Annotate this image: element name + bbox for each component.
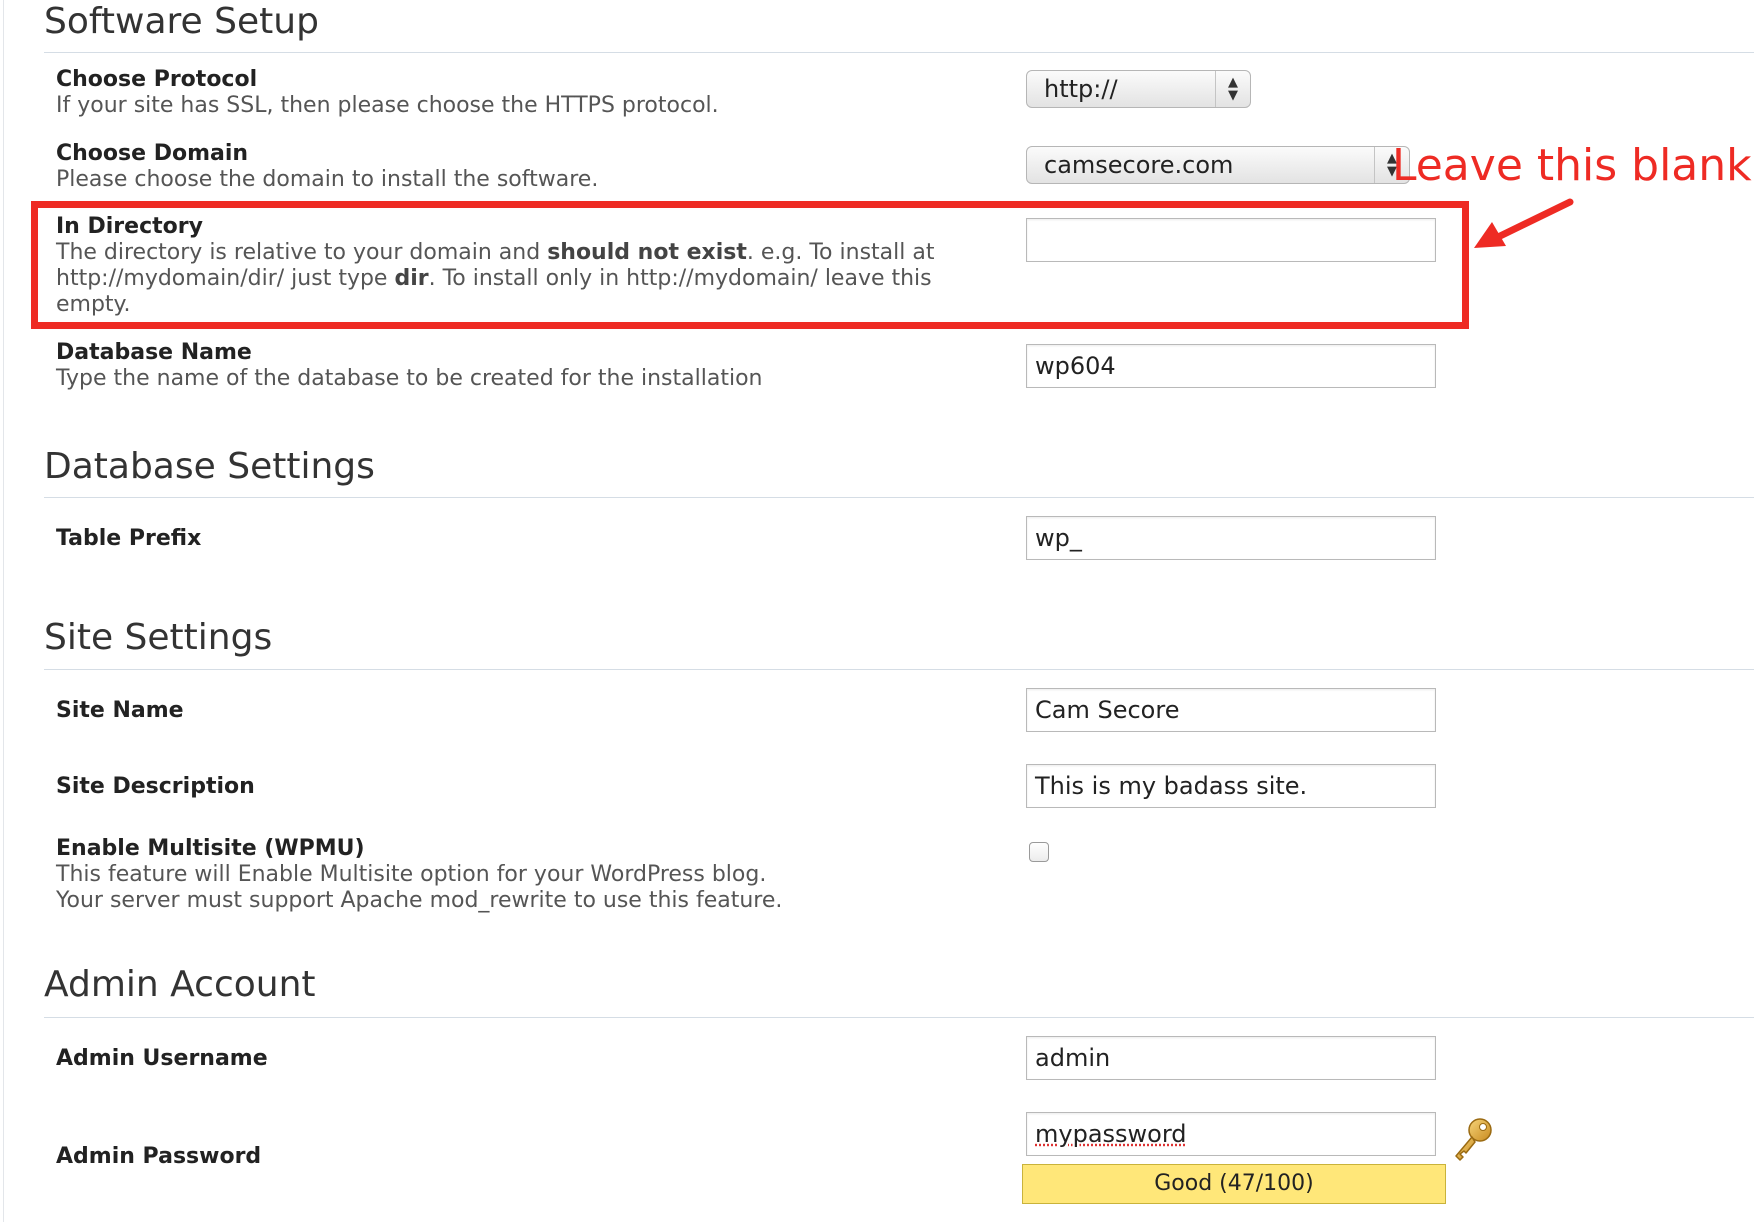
section-title-admin-account: Admin Account <box>44 964 316 1005</box>
site-description-input[interactable]: This is my badass site. <box>1026 764 1436 808</box>
admin-password-label: Admin Password <box>56 1144 262 1169</box>
page-left-border <box>3 0 4 1222</box>
annotation-text: Leave this blank. <box>1392 140 1754 191</box>
section-divider <box>44 52 1754 53</box>
table-prefix-label: Table Prefix <box>56 526 202 551</box>
multisite-label: Enable Multisite (WPMU) <box>56 836 365 861</box>
protocol-selected-value: http:// <box>1044 75 1118 103</box>
protocol-label-group: Choose Protocol If your site has SSL, th… <box>56 67 986 119</box>
multisite-checkbox[interactable] <box>1029 842 1049 862</box>
admin-username-input[interactable]: admin <box>1026 1036 1436 1080</box>
select-arrows-icon: ▲ ▼ <box>1215 71 1250 107</box>
multisite-label-group: Enable Multisite (WPMU) This feature wil… <box>56 836 986 914</box>
multisite-description-line-2: Your server must support Apache mod_rewr… <box>56 888 783 913</box>
site-name-label-group: Site Name <box>56 698 986 724</box>
domain-label-group: Choose Domain Please choose the domain t… <box>56 141 986 193</box>
multisite-description-line-1: This feature will Enable Multisite optio… <box>56 862 767 887</box>
section-title-database-settings: Database Settings <box>44 446 375 487</box>
database-name-label: Database Name <box>56 340 252 365</box>
database-name-description: Type the name of the database to be crea… <box>56 366 763 391</box>
admin-password-label-group: Admin Password <box>56 1144 986 1170</box>
protocol-select[interactable]: http:// ▲ ▼ <box>1026 70 1251 108</box>
annotation-arrow-icon <box>1474 198 1574 248</box>
protocol-label: Choose Protocol <box>56 67 258 92</box>
domain-selected-value: camsecore.com <box>1044 151 1234 179</box>
site-name-label: Site Name <box>56 698 184 723</box>
section-divider <box>44 497 1754 498</box>
admin-password-value: mypassword <box>1035 1120 1187 1148</box>
annotation-highlight-box <box>31 201 1469 329</box>
protocol-description: If your site has SSL, then please choose… <box>56 93 719 118</box>
table-prefix-input[interactable]: wp_ <box>1026 516 1436 560</box>
section-title-software-setup: Software Setup <box>44 1 319 42</box>
database-name-input[interactable]: wp604 <box>1026 344 1436 388</box>
section-title-site-settings: Site Settings <box>44 617 273 658</box>
key-icon[interactable] <box>1450 1116 1496 1164</box>
admin-username-label-group: Admin Username <box>56 1046 986 1072</box>
database-name-label-group: Database Name Type the name of the datab… <box>56 340 986 392</box>
domain-label: Choose Domain <box>56 141 249 166</box>
password-strength-meter: Good (47/100) <box>1022 1164 1446 1204</box>
section-divider <box>44 669 1754 670</box>
domain-select[interactable]: camsecore.com ▲ ▼ <box>1026 146 1410 184</box>
section-divider <box>44 1017 1754 1018</box>
admin-password-input[interactable]: mypassword <box>1026 1112 1436 1156</box>
admin-username-label: Admin Username <box>56 1046 268 1071</box>
site-name-input[interactable]: Cam Secore <box>1026 688 1436 732</box>
table-prefix-label-group: Table Prefix <box>56 526 986 552</box>
site-description-label: Site Description <box>56 774 255 799</box>
site-description-label-group: Site Description <box>56 774 986 800</box>
domain-description: Please choose the domain to install the … <box>56 167 599 192</box>
